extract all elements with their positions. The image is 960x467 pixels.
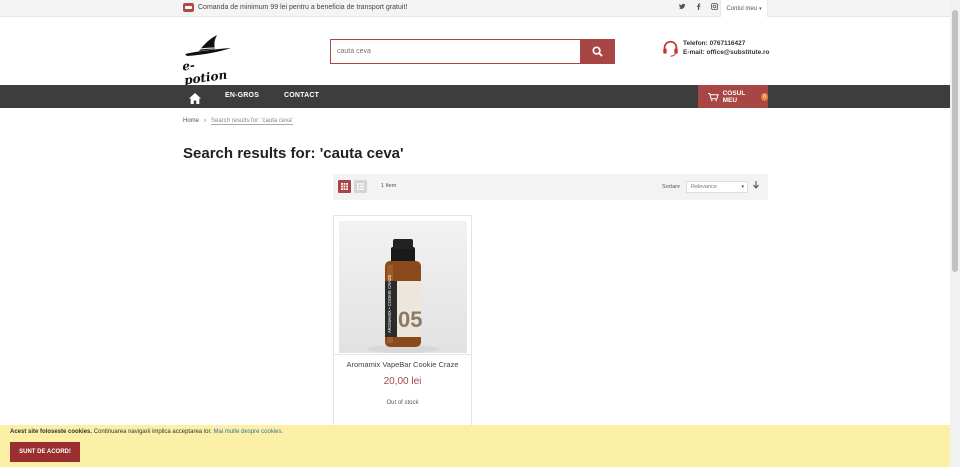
sort-select[interactable]: Relevance ▾	[686, 181, 748, 193]
cookie-banner: Acest site foloseste cookies. Continuare…	[0, 425, 950, 467]
stock-status: Out of stock	[386, 400, 419, 406]
nav-item-en-gros[interactable]: EN-GROS	[225, 92, 259, 99]
breadcrumb: Home › Search results for: 'cauta ceva'	[183, 118, 293, 125]
email-line: E-mail: office@substitute.ro	[683, 49, 770, 56]
product-price: 20,00 lei	[383, 376, 422, 387]
cart-label: COSUL MEU	[722, 89, 746, 104]
cookie-more-link[interactable]: Mai multe despre cookies.	[213, 429, 283, 435]
top-bar: Comanda de minimum 99 lei pentru a benef…	[0, 0, 950, 17]
chevron-down-icon: ▾	[759, 5, 762, 12]
search-input[interactable]	[330, 39, 580, 64]
cart-icon	[708, 92, 719, 101]
home-icon[interactable]	[189, 91, 201, 109]
chevron-right-icon: ›	[204, 118, 207, 124]
account-menu[interactable]: Contul meu ▾	[720, 0, 768, 17]
list-view-button[interactable]	[354, 180, 367, 193]
header: e-potion Telefon: 0767116427 E-mail: off…	[0, 17, 950, 87]
product-name[interactable]: Aromamix VapeBar Cookie Craze	[334, 360, 471, 369]
product-image[interactable]: AROMAMIX • COOKIE CRAZE 05	[339, 221, 467, 353]
twitter-icon[interactable]	[679, 3, 686, 12]
bottle-label-number: 05	[398, 307, 422, 332]
promo-text: Comanda de minimum 99 lei pentru a benef…	[198, 4, 408, 11]
sort-label: Sortare	[662, 184, 681, 190]
grid-icon	[341, 183, 348, 190]
item-count: 1 Item	[381, 183, 397, 189]
sort-direction-icon[interactable]	[753, 181, 759, 191]
instagram-icon[interactable]	[711, 3, 718, 12]
product-card[interactable]: AROMAMIX • COOKIE CRAZE 05 Aromamix Vape…	[333, 215, 472, 435]
contact-info: Telefon: 0767116427 E-mail: office@subst…	[662, 39, 770, 57]
shipping-promo: Comanda de minimum 99 lei pentru a benef…	[183, 3, 407, 12]
divider	[334, 354, 471, 355]
scrollbar-thumb[interactable]	[952, 10, 958, 272]
cookie-bold-text: Acest site foloseste cookies.	[10, 429, 93, 435]
facebook-icon[interactable]	[695, 3, 702, 12]
bottle-label-brand: AROMAMIX • COOKIE CRAZE	[387, 275, 392, 333]
grid-view-button[interactable]	[338, 180, 351, 193]
logo-text: e-potion	[181, 57, 229, 88]
breadcrumb-current: Search results for: 'cauta ceva'	[211, 118, 293, 125]
search-bar	[330, 39, 615, 64]
cart-count-badge: 0	[760, 92, 768, 101]
breadcrumb-home[interactable]: Home	[183, 118, 199, 125]
main-navigation: EN-GROS CONTACT COSUL MEU 0	[0, 85, 950, 108]
account-label: Contul meu	[726, 5, 758, 12]
cookie-message: Acest site foloseste cookies. Continuare…	[10, 429, 283, 435]
page-title: Search results for: 'cauta ceva'	[183, 145, 404, 162]
chevron-down-icon: ▾	[741, 184, 744, 190]
cookie-text: Continuarea navigarii implica acceptarea…	[93, 429, 212, 435]
truck-icon	[183, 3, 194, 12]
social-links	[679, 3, 718, 12]
scrollbar[interactable]	[950, 0, 960, 467]
logo[interactable]: e-potion	[181, 32, 235, 87]
products-toolbar: 1 Item Sortare Relevance ▾	[333, 174, 768, 200]
accept-cookies-button[interactable]: SUNT DE ACORD!	[10, 442, 80, 462]
phone-line: Telefon: 0767116427	[683, 40, 746, 47]
nav-item-contact[interactable]: CONTACT	[284, 92, 319, 99]
bottle-image: AROMAMIX • COOKIE CRAZE 05	[367, 239, 439, 353]
list-icon	[357, 183, 364, 190]
sort-value: Relevance	[691, 184, 717, 190]
cart-button[interactable]: COSUL MEU 0	[698, 85, 768, 108]
search-button[interactable]	[580, 39, 615, 64]
search-icon	[592, 46, 603, 57]
headset-icon	[663, 40, 678, 57]
